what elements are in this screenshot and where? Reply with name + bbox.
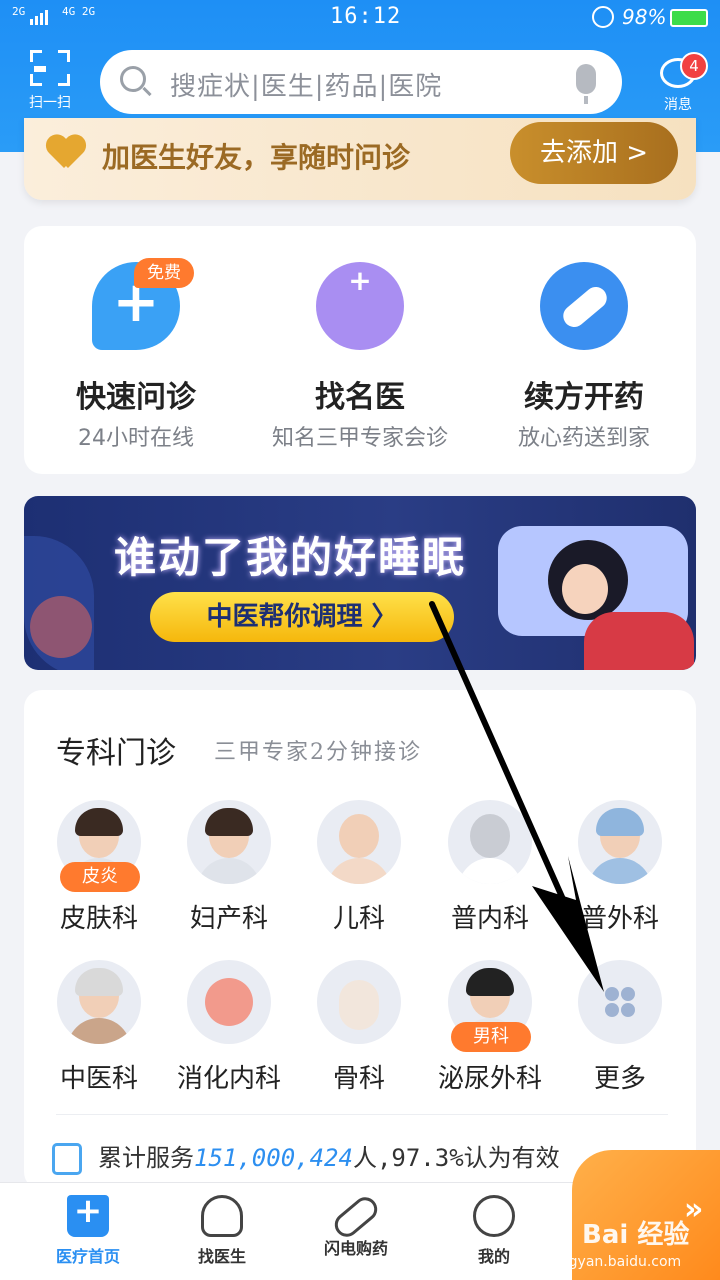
messages-label: 消息 [664,97,692,113]
avatar [57,960,141,1044]
sleeping-woman-illustration [548,540,628,620]
find-doctor-subtitle: 知名三甲专家会诊 [271,426,448,451]
stethoscope-avatar [448,800,532,884]
stats-suffix: 人,97.3%认为有效 [352,1144,560,1172]
search-input[interactable]: 搜症状|医生|药品|医院 [100,50,622,114]
dept-internal-medicine[interactable]: 普内科 [425,800,555,940]
banner-title: 谁动了我的好睡眠 [114,533,467,582]
messages-button[interactable]: 消息 4 [648,52,708,118]
dept-tag: 男科 [451,1022,531,1052]
person-icon [473,1195,515,1237]
avatar [187,800,271,884]
dept-surgery[interactable]: 普外科 [555,800,685,940]
avatar [317,800,401,884]
heart-icon [46,136,86,172]
dept-label: 中医科 [59,1064,138,1094]
quick-services-card: 免费 快速问诊 24小时在线 找名医 知名三甲专家会诊 续方开药 放心药送到家 [24,226,696,474]
signal-label-2: 4G 2G [62,5,96,18]
find-doctor[interactable]: 找名医 知名三甲专家会诊 [248,226,472,474]
woman-body-illustration [584,612,694,670]
add-friend-button[interactable]: 去添加 > [510,122,678,184]
dept-label: 儿科 [332,904,385,934]
dept-urology[interactable]: 男科 泌尿外科 [425,960,555,1100]
clock: 16:12 [330,4,402,29]
pill-icon [540,262,628,350]
dept-tcm[interactable]: 中医科 [34,960,164,1100]
dept-label: 泌尿外科 [437,1064,542,1094]
add-doctor-promo[interactable]: 加医生好友，享随时问诊 去添加 > [24,118,696,200]
service-stats: 累计服务151,000,424人,97.3%认为有效 [52,1138,560,1178]
tab-buy-medicine[interactable]: 闪电购药 [296,1183,416,1280]
scan-button[interactable]: 扫一扫 [22,50,78,114]
find-doctor-title: 找名医 [315,380,405,415]
quick-consult-title: 快速问诊 [76,380,196,415]
signal-label: 2G [12,5,26,18]
more-icon-circle [578,960,662,1044]
free-badge: 免费 [134,258,194,288]
dept-label: 皮肤科 [59,904,138,934]
microphone-icon[interactable] [576,64,596,104]
avatar [578,800,662,884]
battery-icon [670,9,708,27]
dept-orthopedics[interactable]: 骨科 [294,960,424,1100]
dept-obstetrics[interactable]: 妇产科 [164,800,294,940]
signal-icon [30,10,48,25]
message-count-badge: 4 [680,52,708,80]
divider [56,1114,668,1115]
scan-icon [30,50,70,86]
stats-number: 151,000,424 [194,1144,353,1172]
status-bar: 2G 4G 2G 16:12 98% [0,0,720,36]
dept-label: 普外科 [580,904,659,934]
tab-label: 找医生 [197,1247,246,1266]
doctor-icon [201,1195,243,1237]
dept-label: 更多 [593,1064,646,1094]
refill-title: 续方开药 [524,380,644,415]
stomach-avatar [187,960,271,1044]
dept-label: 普内科 [450,904,529,934]
departments-subtitle: 三甲专家2分钟接诊 [214,740,422,765]
stats-prefix: 累计服务 [98,1144,194,1172]
foot-avatar [317,960,401,1044]
calculator-icon [52,1143,82,1175]
refill-subtitle: 放心药送到家 [517,426,650,451]
battery-percent: 98% [622,5,667,29]
search-icon [120,66,146,92]
flower-decoration [30,596,92,658]
alarm-icon [592,6,614,28]
tab-find-doctor[interactable]: 找医生 [162,1183,282,1280]
quick-consult-subtitle: 24小时在线 [78,426,194,451]
nurse-icon [316,262,404,350]
scan-label: 扫一扫 [29,95,71,111]
search-placeholder: 搜症状|医生|药品|医院 [170,72,443,102]
grid-icon [605,987,635,1017]
watermark-logo: Bai 经验 [582,1220,690,1250]
sleep-banner[interactable]: 谁动了我的好睡眠 中医帮你调理 〉 [24,496,696,670]
departments-card: 专科门诊 三甲专家2分钟接诊 皮炎 皮肤科 妇产科 儿科 普内科 普外科 中医科… [24,690,696,1190]
dept-label: 骨科 [332,1064,385,1094]
refill-prescription[interactable]: 续方开药 放心药送到家 [472,226,696,474]
dept-label: 消化内科 [176,1064,281,1094]
tab-me[interactable]: 我的 [434,1183,554,1280]
banner-cta-button[interactable]: 中医帮你调理 〉 [150,592,454,642]
dept-gastroenterology[interactable]: 消化内科 [164,960,294,1100]
tab-label: 医疗首页 [55,1247,120,1266]
departments-title: 专科门诊 [56,736,176,771]
watermark-url: jingyan.baidu.com [552,1254,682,1270]
dept-dermatology[interactable]: 皮炎 皮肤科 [34,800,164,940]
quick-consult[interactable]: 免费 快速问诊 24小时在线 [24,226,248,474]
tab-label: 闪电购药 [323,1239,388,1258]
dept-tag: 皮炎 [60,862,140,892]
dept-label: 妇产科 [189,904,268,934]
home-plus-icon [67,1191,109,1237]
tab-home[interactable]: 医疗首页 [28,1183,148,1280]
dept-pediatrics[interactable]: 儿科 [294,800,424,940]
promo-text: 加医生好友，享随时问诊 [102,141,411,174]
dept-more[interactable]: 更多 [555,960,685,1100]
tab-label: 我的 [477,1247,510,1266]
